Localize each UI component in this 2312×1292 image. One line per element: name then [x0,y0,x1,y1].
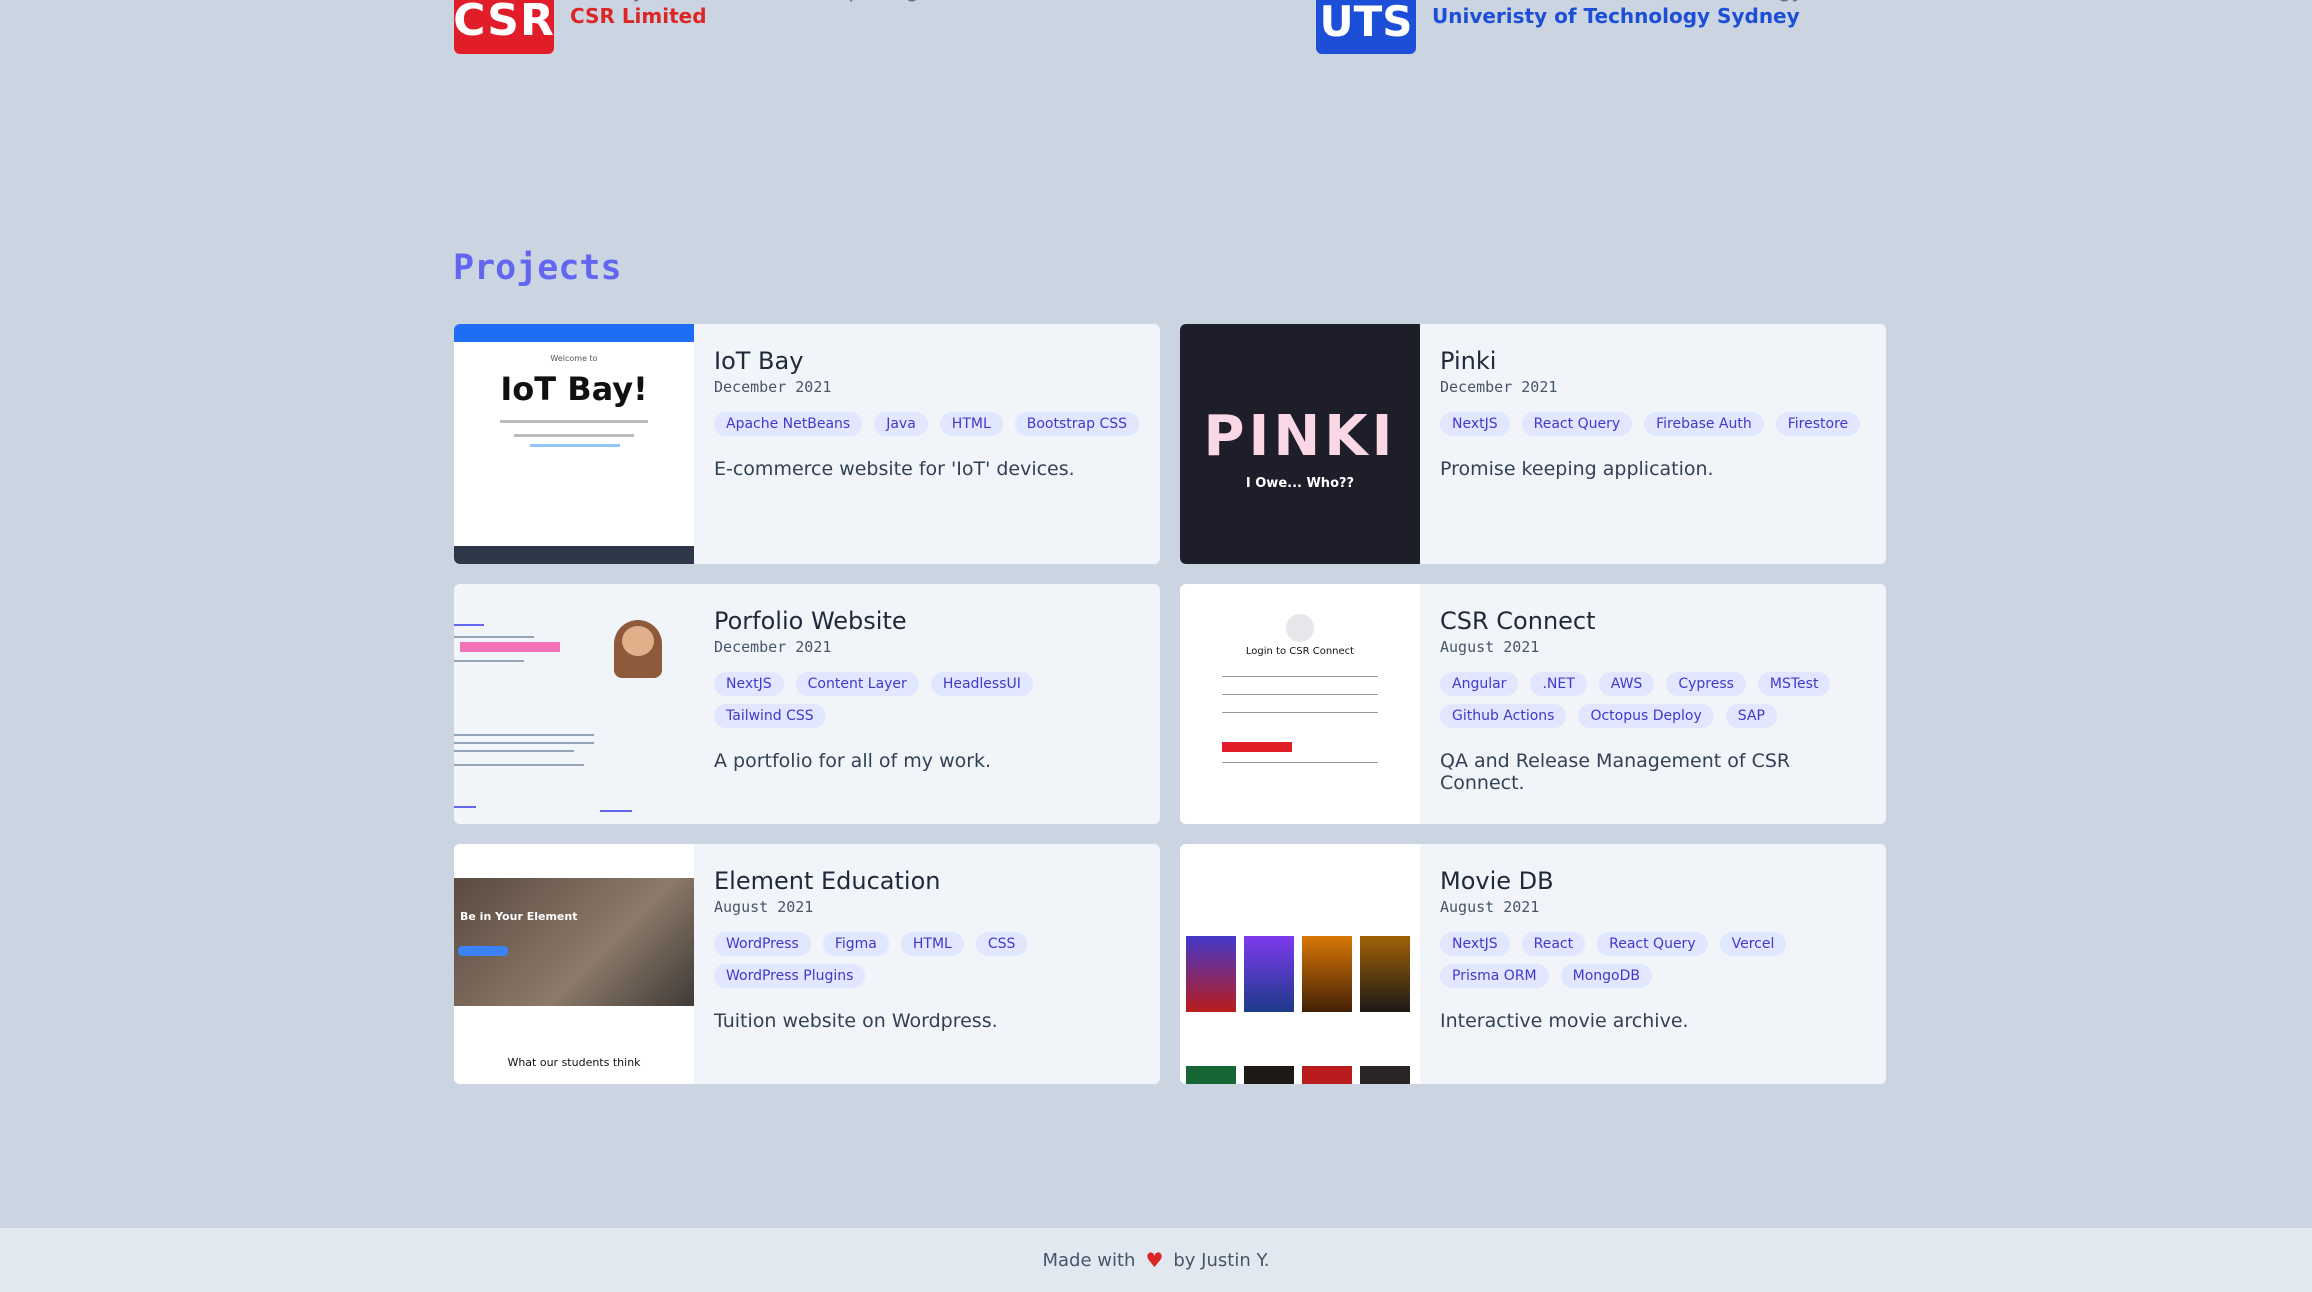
project-description: Tuition website on Wordpress. [714,1010,998,1032]
project-date: December 2021 [714,378,832,396]
tag: Vercel [1719,932,1787,956]
tag: HeadlessUI [930,672,1033,696]
tag: Angular [1440,672,1519,696]
tag: Cypress [1666,672,1746,696]
avatar [614,620,662,678]
footer-prefix: Made with [1042,1249,1136,1271]
project-title: Pinki [1440,347,1497,375]
experience-role: Quality Assurance & DevOps Engineer [570,0,973,2]
project-card-csr-connect[interactable]: Login to CSR Connect CSR Connect August … [1180,584,1886,824]
tag: Github Actions [1440,704,1567,728]
csr-logo: CSR [454,0,554,54]
project-description: Interactive movie archive. [1440,1010,1689,1032]
project-tags: WordPress Figma HTML CSS WordPress Plugi… [714,932,1140,988]
education-item-uts: UTS Bachelor of Information Technology U… [1316,0,1804,54]
project-title: CSR Connect [1440,607,1596,635]
experience-item-csr: CSR Quality Assurance & DevOps Engineer … [454,0,973,54]
tag: Figma [822,932,889,956]
project-title: Element Education [714,867,941,895]
heart-icon: ♥ [1145,1248,1164,1272]
project-title: IoT Bay [714,347,804,375]
project-thumbnail: Welcome to IoT Bay! [454,324,694,564]
project-date: August 2021 [714,898,814,916]
project-thumbnail: PINKI I Owe... Who?? [1180,324,1420,564]
tag: HTML [939,412,1003,436]
tag: React [1521,932,1586,956]
tag: React Query [1597,932,1708,956]
tag: CSS [975,932,1028,956]
tag: MSTest [1757,672,1831,696]
project-card-movie-db[interactable]: Movie DB August 2021 NextJS React React … [1180,844,1886,1084]
tag: WordPress Plugins [714,964,866,988]
tag: Apache NetBeans [714,412,863,436]
project-date: August 2021 [1440,898,1540,916]
project-date: December 2021 [1440,378,1558,396]
tag: Firestore [1775,412,1861,436]
tag: Bootstrap CSS [1014,412,1139,436]
project-description: E-commerce website for 'IoT' devices. [714,458,1075,480]
project-description: A portfolio for all of my work. [714,750,992,772]
tag: AWS [1598,672,1655,696]
tag: NextJS [1440,932,1510,956]
project-description: Promise keeping application. [1440,458,1714,480]
project-card-iot-bay[interactable]: Welcome to IoT Bay! IoT Bay December 202… [454,324,1160,564]
project-thumbnail: Be in Your Element What our students thi… [454,844,694,1084]
project-thumbnail [454,584,694,824]
tag: Prisma ORM [1440,964,1549,988]
project-thumbnail: Login to CSR Connect [1180,584,1420,824]
tag: React Query [1521,412,1633,436]
project-thumbnail [1180,844,1420,1084]
tag: NextJS [1440,412,1510,436]
project-tags: Angular .NET AWS Cypress MSTest Github A… [1440,672,1866,728]
project-title: Porfolio Website [714,607,907,635]
uts-logo: UTS [1316,0,1416,54]
experience-org: CSR Limited [570,4,707,28]
tag: SAP [1725,704,1777,728]
tag: HTML [900,932,964,956]
project-card-pinki[interactable]: PINKI I Owe... Who?? Pinki December 2021… [1180,324,1886,564]
footer: Made with ♥ by Justin Y. [0,1228,2312,1292]
project-description: QA and Release Management of CSR Connect… [1440,750,1791,794]
project-tags: NextJS React React Query Vercel Prisma O… [1440,932,1866,988]
lock-icon [1286,614,1314,642]
tag: MongoDB [1560,964,1652,988]
tag: WordPress [714,932,811,956]
tag: Content Layer [795,672,919,696]
project-date: August 2021 [1440,638,1540,656]
project-tags: NextJS React Query Firebase Auth Firesto… [1440,412,1866,436]
tag: Java [874,412,928,436]
project-card-portfolio-website[interactable]: Porfolio Website December 2021 NextJS Co… [454,584,1160,824]
tag: Tailwind CSS [714,704,826,728]
project-title: Movie DB [1440,867,1554,895]
education-degree: Bachelor of Information Technology [1432,0,1804,2]
project-tags: NextJS Content Layer HeadlessUI Tailwind… [714,672,1140,728]
tag: .NET [1530,672,1587,696]
education-org: Univeristy of Technology Sydney [1432,4,1800,28]
tag: Octopus Deploy [1578,704,1714,728]
project-date: December 2021 [714,638,832,656]
project-card-element-education[interactable]: Be in Your Element What our students thi… [454,844,1160,1084]
tag: Firebase Auth [1644,412,1764,436]
projects-heading: Projects [453,248,622,288]
footer-suffix: by Justin Y. [1173,1249,1270,1271]
tag: NextJS [714,672,784,696]
project-tags: Apache NetBeans Java HTML Bootstrap CSS [714,412,1140,436]
